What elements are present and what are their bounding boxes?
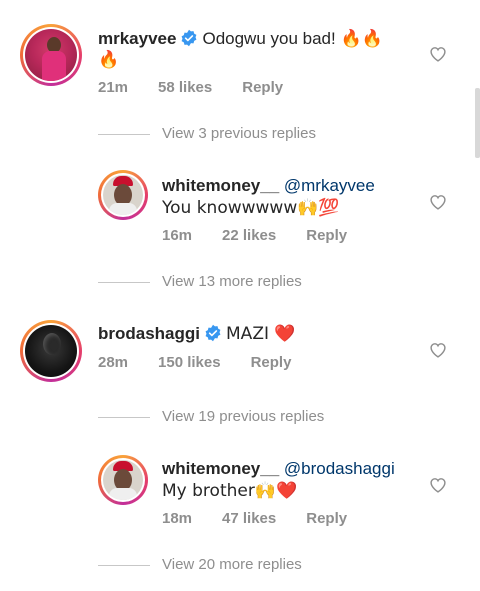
likes-count[interactable]: 150 likes	[158, 354, 221, 371]
view-more-replies[interactable]: View 20 more replies	[98, 556, 302, 573]
username[interactable]: whitemoney__	[162, 459, 279, 478]
comment-text-continued: 🔥	[98, 50, 120, 70]
likes-count[interactable]: 58 likes	[158, 79, 212, 96]
likes-count[interactable]: 47 likes	[222, 510, 276, 527]
reply-button[interactable]: Reply	[251, 354, 292, 371]
timestamp: 18m	[162, 510, 193, 527]
reply-text: You knowwwww🙌💯	[162, 198, 340, 218]
reply-button[interactable]: Reply	[306, 227, 347, 244]
reply-text: My brother🙌❤️	[162, 481, 298, 501]
mention-link[interactable]: @brodashaggi	[284, 459, 395, 478]
scrollbar[interactable]	[475, 88, 480, 158]
reply-meta: 16m 22 likes Reply	[162, 227, 377, 244]
reply-meta: 18m 47 likes Reply	[162, 510, 377, 527]
heart-outline-icon[interactable]	[429, 46, 447, 62]
view-replies-label[interactable]: View 19 previous replies	[162, 408, 324, 425]
verified-badge-icon	[182, 29, 197, 47]
view-replies-label[interactable]: View 13 more replies	[162, 273, 302, 290]
comment-meta: 21m 58 likes Reply	[98, 79, 313, 96]
timestamp: 21m	[98, 79, 129, 96]
divider-dash	[98, 281, 150, 283]
reply-button[interactable]: Reply	[306, 510, 347, 527]
reply-text-line: whitemoney__ @mrkayvee	[162, 174, 375, 198]
comment-text: Odogwu you bad! 🔥🔥	[202, 29, 383, 48]
avatar-brodashaggi[interactable]	[20, 320, 82, 382]
mention-link[interactable]: @mrkayvee	[284, 176, 375, 195]
heart-outline-icon[interactable]	[429, 477, 447, 493]
heart-outline-icon[interactable]	[429, 342, 447, 358]
view-replies-label[interactable]: View 3 previous replies	[162, 125, 316, 142]
avatar-mrkayvee[interactable]	[20, 24, 82, 86]
timestamp: 16m	[162, 227, 193, 244]
avatar-whitemoney[interactable]	[98, 170, 148, 220]
verified-badge-icon	[205, 324, 221, 342]
divider-dash	[98, 133, 150, 135]
avatar-whitemoney[interactable]	[98, 455, 148, 505]
comment-text-line: mrkayvee Odogwu you bad! 🔥🔥	[98, 27, 383, 51]
comment-text: MAZI ❤️	[226, 324, 296, 344]
reply-button[interactable]: Reply	[242, 79, 283, 96]
reply-text-line: whitemoney__ @brodashaggi	[162, 457, 395, 481]
username[interactable]: whitemoney__	[162, 176, 279, 195]
likes-count[interactable]: 22 likes	[222, 227, 276, 244]
comment-text-line: brodashaggi MAZI ❤️	[98, 322, 296, 346]
view-previous-replies[interactable]: View 19 previous replies	[98, 408, 324, 425]
view-more-replies[interactable]: View 13 more replies	[98, 273, 302, 290]
username[interactable]: mrkayvee	[98, 29, 176, 48]
username[interactable]: brodashaggi	[98, 324, 200, 343]
heart-outline-icon[interactable]	[429, 194, 447, 210]
view-previous-replies[interactable]: View 3 previous replies	[98, 125, 316, 142]
comment-meta: 28m 150 likes Reply	[98, 354, 321, 371]
divider-dash	[98, 564, 150, 566]
view-replies-label[interactable]: View 20 more replies	[162, 556, 302, 573]
timestamp: 28m	[98, 354, 129, 371]
divider-dash	[98, 416, 150, 418]
